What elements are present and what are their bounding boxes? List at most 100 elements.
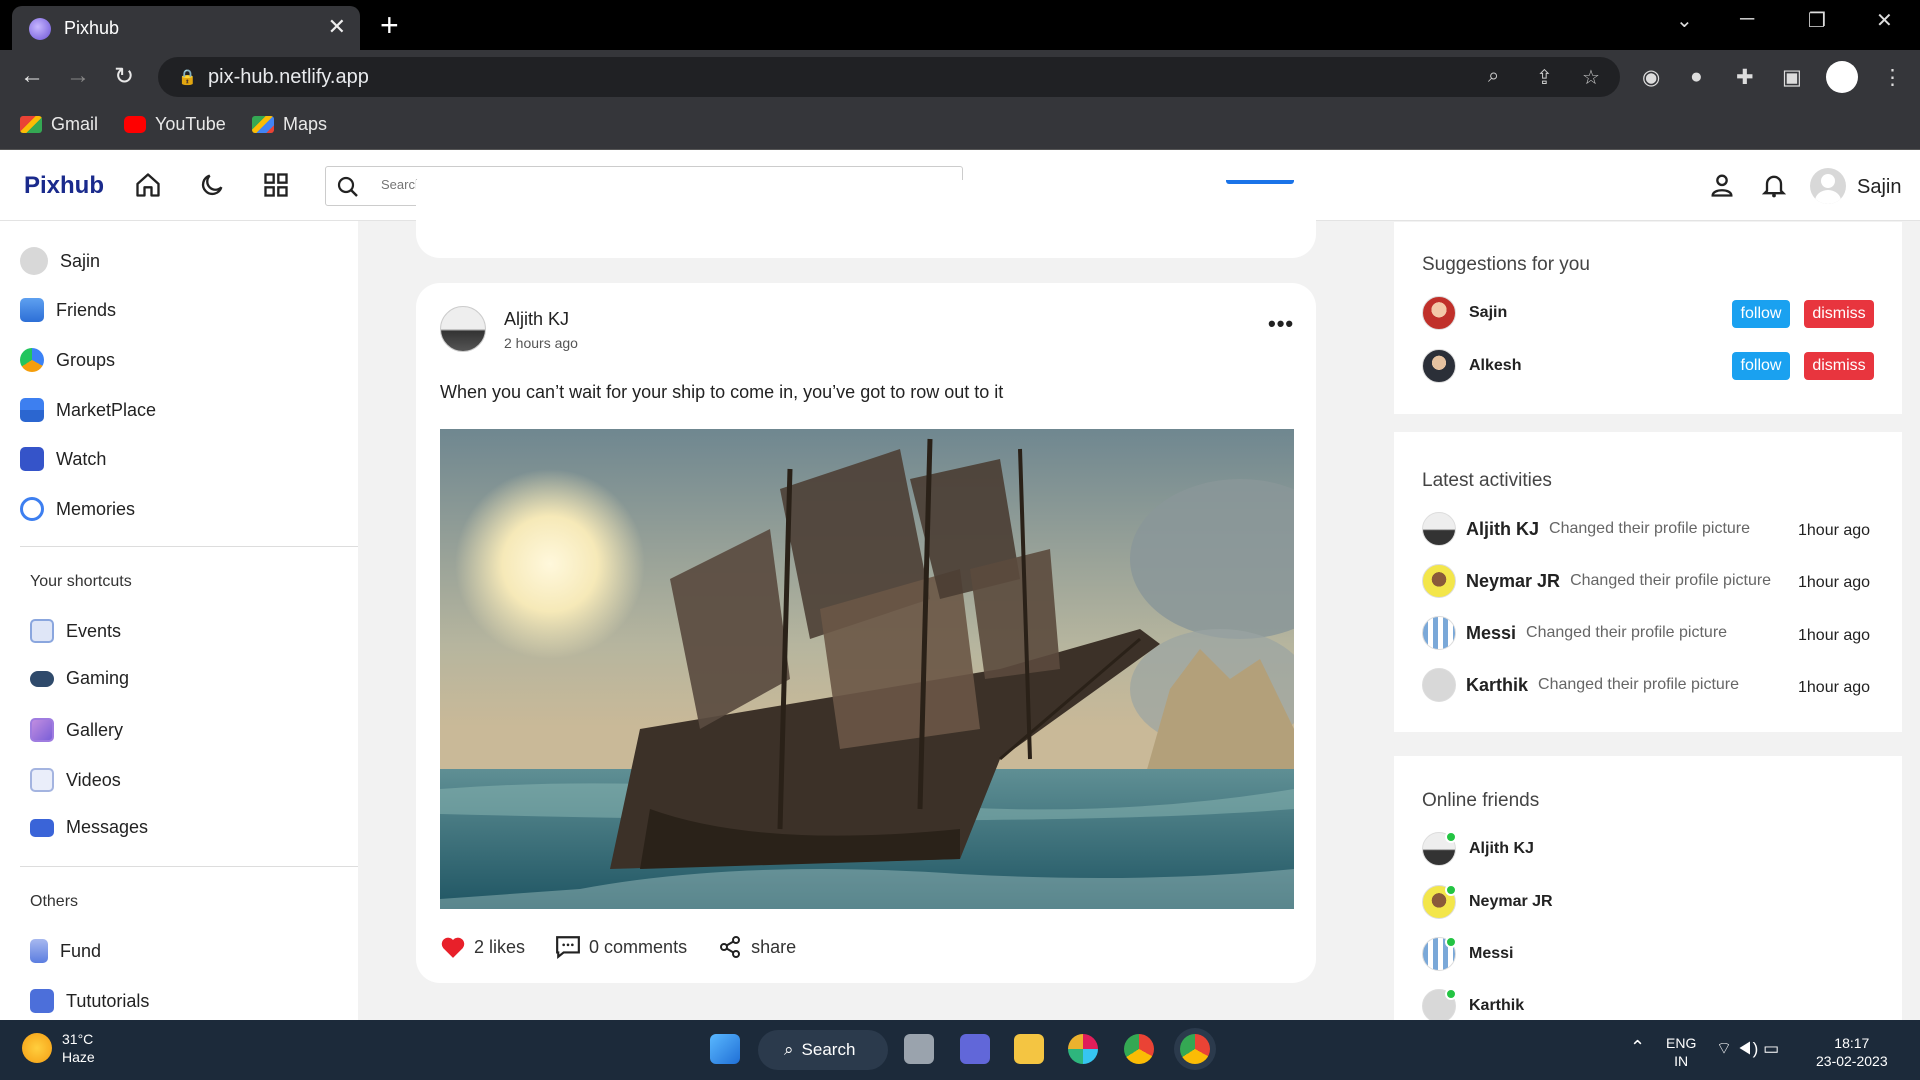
bookmark-gmail[interactable]: Gmail (20, 114, 98, 135)
restore-icon[interactable]: ❐ (1808, 8, 1826, 33)
activity-name[interactable]: Karthik (1466, 675, 1528, 696)
avatar[interactable] (1422, 512, 1456, 546)
activity-name[interactable]: Neymar JR (1466, 571, 1560, 592)
more-options-icon[interactable]: ••• (1268, 311, 1294, 337)
post-author-avatar[interactable] (440, 306, 486, 352)
comment-icon (556, 936, 580, 959)
address-bar[interactable]: 🔒 pix-hub.netlify.app ⌕ ⇪ ☆ (158, 57, 1620, 97)
taskbar-search-label: Search (801, 1040, 856, 1059)
video-camera-icon (30, 768, 54, 792)
show-hidden-icons-icon[interactable]: ⌃ (1630, 1038, 1645, 1056)
share-icon[interactable]: ⇪ (1536, 65, 1553, 90)
new-tab-icon[interactable]: + (380, 6, 399, 44)
language-indicator[interactable]: ENG IN (1666, 1034, 1696, 1070)
sidebar-item-friends[interactable]: Friends (20, 298, 116, 322)
dismiss-button[interactable]: dismiss (1804, 300, 1874, 328)
profile-person-icon[interactable] (1708, 171, 1736, 199)
follow-button[interactable]: follow (1732, 300, 1790, 328)
sidebar-item-memories[interactable]: Memories (20, 497, 135, 521)
sidebar-item-gaming[interactable]: Gaming (30, 668, 129, 689)
side-panel-icon[interactable]: ▣ (1782, 65, 1802, 90)
extension-avatar-icon[interactable]: ◉ (1642, 65, 1660, 90)
task-view-icon[interactable] (904, 1034, 934, 1064)
avatar[interactable] (1422, 668, 1456, 702)
suggestions-panel: Suggestions for you Sajin follow dismiss… (1394, 222, 1902, 414)
zoom-icon[interactable]: ⌕ (1488, 65, 1499, 88)
fund-icon (30, 939, 48, 963)
sidebar-item-label: Friends (56, 299, 117, 320)
sidebar-item-profile[interactable]: Sajin (20, 247, 100, 275)
avatar[interactable] (1422, 349, 1456, 383)
app-logo[interactable]: Pixhub (24, 172, 104, 200)
online-friend-row[interactable]: Aljith KJ (1422, 831, 1534, 866)
sidebar-item-events[interactable]: Events (30, 619, 121, 643)
online-friend-row[interactable]: Neymar JR (1422, 884, 1553, 919)
online-friend-row[interactable]: Karthik (1422, 988, 1524, 1023)
extension-icon[interactable]: ● (1690, 65, 1703, 89)
header-username[interactable]: Sajin (1857, 176, 1901, 199)
avatar[interactable] (1422, 296, 1456, 330)
suggestions-title: Suggestions for you (1422, 254, 1590, 275)
chrome-icon[interactable] (1124, 1034, 1154, 1064)
tab-title: Pixhub (64, 18, 120, 38)
close-window-icon[interactable]: ✕ (1876, 8, 1893, 33)
chrome-active-icon[interactable] (1180, 1034, 1210, 1064)
notifications-bell-icon[interactable] (1760, 171, 1788, 199)
activity-name[interactable]: Aljith KJ (1466, 519, 1539, 540)
home-icon[interactable] (134, 171, 162, 199)
wifi-volume-battery-icons[interactable]: ⌔ ◀) ▭ (1716, 1040, 1779, 1058)
sidebar-item-gallery[interactable]: Gallery (30, 718, 123, 742)
bookmark-youtube[interactable]: YouTube (124, 114, 226, 135)
minimize-icon[interactable]: ─ (1740, 8, 1754, 31)
suggestion-name[interactable]: Sajin (1469, 304, 1507, 322)
sidebar-item-messages[interactable]: Messages (30, 817, 148, 838)
like-button[interactable]: 2 likes (440, 935, 525, 959)
sidebar-item-groups[interactable]: Groups (20, 348, 115, 372)
close-tab-icon[interactable]: ✕ (328, 14, 346, 40)
chrome-menu-icon[interactable]: ⋮ (1882, 65, 1903, 90)
suggestion-row: Alkesh (1422, 349, 1521, 383)
browser-tab[interactable]: Pixhub ✕ (12, 6, 360, 50)
browser-tabbar: Pixhub ✕ + ⌄ ─ ❐ ✕ (0, 0, 1920, 50)
extensions-puzzle-icon[interactable]: ✚ (1736, 65, 1754, 90)
comments-button[interactable]: 0 comments (555, 935, 687, 959)
share-button[interactable]: share (717, 935, 796, 959)
forward-icon[interactable]: → (66, 62, 90, 90)
reload-icon[interactable]: ↻ (114, 62, 134, 91)
sidebar-item-watch[interactable]: Watch (20, 447, 106, 471)
dark-mode-moon-icon[interactable] (198, 171, 226, 199)
apps-grid-icon[interactable] (262, 171, 290, 199)
clock[interactable]: 18:17 23-02-2023 (1816, 1034, 1888, 1070)
windows-start-icon[interactable] (710, 1034, 740, 1064)
bookmark-star-icon[interactable]: ☆ (1582, 65, 1600, 90)
suggestion-name[interactable]: Alkesh (1469, 357, 1521, 375)
post-image-pirate-ship[interactable] (440, 429, 1294, 909)
avatar[interactable] (1422, 564, 1456, 598)
dismiss-button[interactable]: dismiss (1804, 352, 1874, 380)
online-friend-row[interactable]: Messi (1422, 936, 1513, 971)
sidebar-item-videos[interactable]: Videos (30, 768, 121, 792)
follow-button[interactable]: follow (1732, 352, 1790, 380)
sidebar-item-marketplace[interactable]: MarketPlace (20, 398, 156, 422)
chrome-profile-icon[interactable] (1826, 61, 1858, 93)
back-icon[interactable]: ← (20, 62, 44, 90)
online-friend-name: Neymar JR (1469, 893, 1553, 910)
avatar[interactable] (1422, 616, 1456, 650)
teams-chat-icon[interactable] (960, 1034, 990, 1064)
divider (20, 866, 358, 867)
bookmark-maps[interactable]: Maps (252, 114, 327, 135)
previous-post-card (416, 180, 1316, 258)
activity-name[interactable]: Messi (1466, 623, 1516, 644)
file-explorer-icon[interactable] (1014, 1034, 1044, 1064)
weather-widget[interactable]: 31°C Haze (22, 1030, 95, 1066)
sidebar-item-tutorials[interactable]: Tututorials (30, 989, 149, 1013)
latest-activities-panel: Latest activities Aljith KJ Changed thei… (1394, 432, 1902, 732)
previous-post-button-edge[interactable] (1226, 180, 1294, 184)
sidebar-item-fund[interactable]: Fund (30, 939, 101, 963)
header-avatar[interactable] (1810, 168, 1846, 204)
gallery-icon (30, 718, 54, 742)
tab-search-icon[interactable]: ⌄ (1676, 8, 1693, 33)
post-author-name[interactable]: Aljith KJ (504, 309, 569, 330)
taskbar-search[interactable]: ⌕ Search (758, 1030, 888, 1070)
slack-icon[interactable] (1068, 1034, 1098, 1064)
